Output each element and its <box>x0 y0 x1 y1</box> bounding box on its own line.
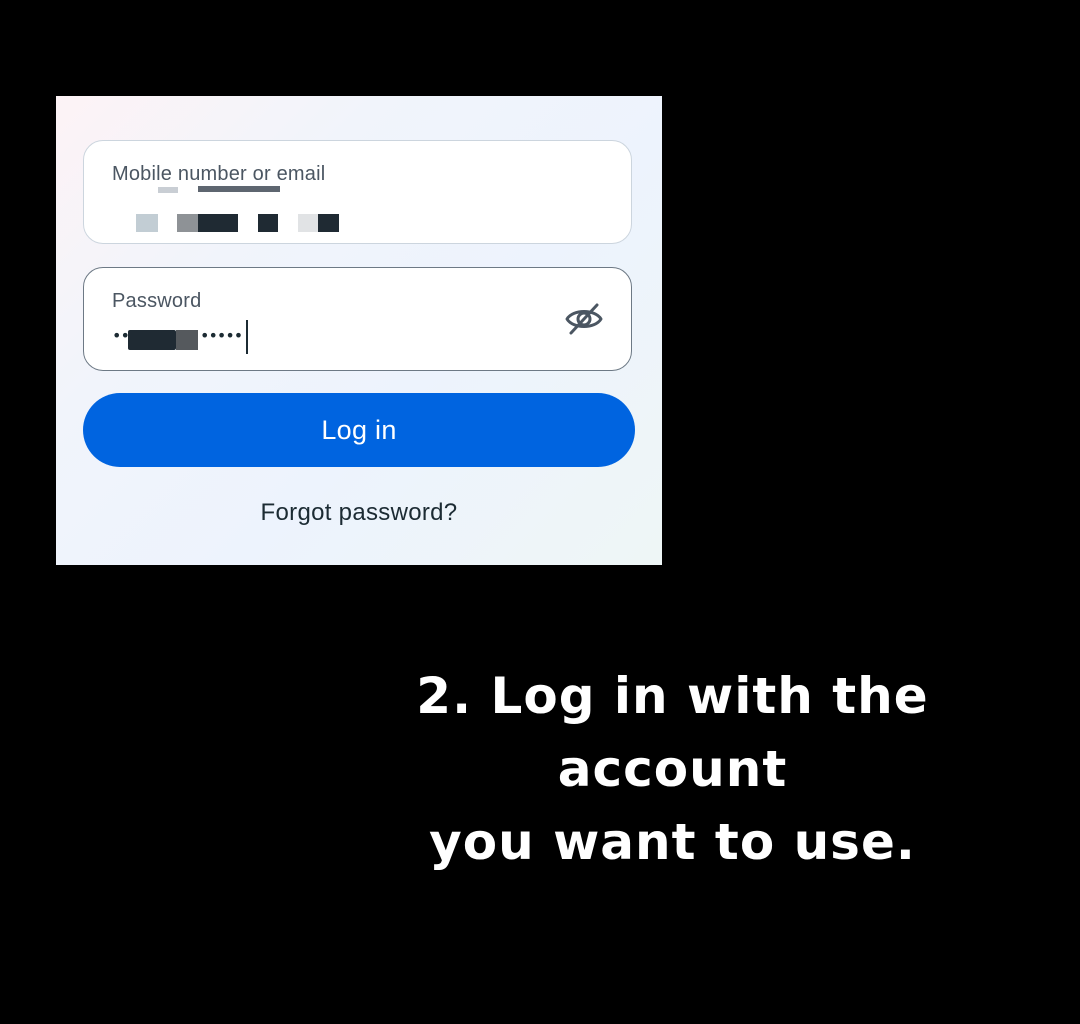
login-panel: Mobile number or email Password •• ••••• <box>56 96 662 565</box>
login-button[interactable]: Log in <box>83 393 635 467</box>
password-field-value: •• ••••• <box>112 320 312 360</box>
eye-off-icon[interactable] <box>563 298 605 340</box>
password-dots-leading: •• <box>112 326 130 345</box>
password-redacted-block <box>128 330 176 350</box>
password-field[interactable]: Password •• ••••• <box>83 267 632 371</box>
password-field-label: Password <box>112 290 202 312</box>
caption-line-2: you want to use. <box>429 813 916 871</box>
email-field-label: Mobile number or email <box>112 163 326 185</box>
email-field[interactable]: Mobile number or email <box>83 140 632 244</box>
password-dots-trailing: ••••• <box>200 326 243 345</box>
password-redacted-block-2 <box>176 330 198 350</box>
forgot-password-link[interactable]: Forgot password? <box>56 499 662 527</box>
instruction-caption: 2. Log in with the account you want to u… <box>300 660 1045 879</box>
caption-line-1: 2. Log in with the account <box>416 667 929 798</box>
text-caret <box>246 320 248 354</box>
